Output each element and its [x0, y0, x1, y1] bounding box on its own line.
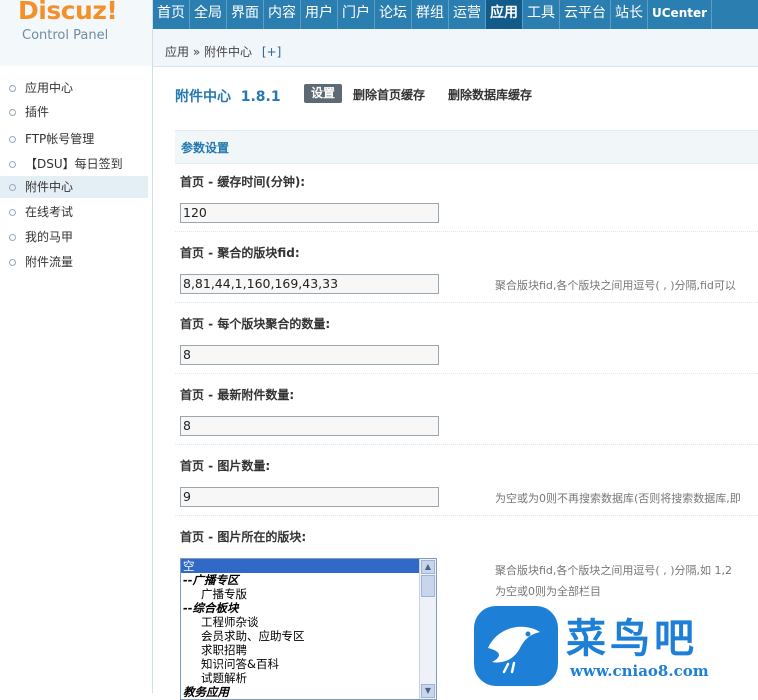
nav-content[interactable]: 内容: [264, 0, 301, 29]
bullet-icon: [9, 259, 16, 266]
sidebar-item-attachment-traffic[interactable]: 附件流量: [0, 251, 148, 273]
page-title: 附件中心 1.8.1: [175, 89, 281, 105]
tab-settings[interactable]: 设置: [304, 84, 343, 103]
sidebar-item-dsu-signin[interactable]: 【DSU】每日签到: [0, 153, 148, 175]
list-item[interactable]: 试题解析: [181, 671, 436, 685]
tab-clear-home-cache[interactable]: 删除首页缓存: [353, 86, 425, 103]
nav-portal[interactable]: 门户: [338, 0, 375, 29]
forum-fid-tip: 聚合版块fid,各个版块之间用逗号( , )分隔,fid可以: [495, 279, 736, 292]
nav-webmaster[interactable]: 站长: [611, 0, 648, 29]
sidebar: 应用中心 插件 FTP帐号管理 【DSU】每日签到 附件中心 在线考试 我的马甲…: [0, 66, 153, 693]
bullet-icon: [9, 234, 16, 241]
sidebar-item-online-exam[interactable]: 在线考试: [0, 201, 148, 223]
breadcrumb-separator: »: [192, 45, 201, 59]
watermark-logo: [474, 606, 558, 686]
tab-clear-db-cache[interactable]: 删除数据库缓存: [448, 86, 532, 103]
bullet-icon: [9, 109, 16, 116]
nav-ucenter[interactable]: UCenter: [648, 0, 713, 29]
row-divider: [175, 231, 758, 232]
nav-groups[interactable]: 群组: [412, 0, 449, 29]
nav-apps[interactable]: 应用: [486, 0, 523, 29]
image-count-label: 首页 - 图片数量:: [180, 459, 271, 473]
watermark-url: www.cniao8.com: [570, 662, 709, 680]
add-shortcut-link[interactable]: [+]: [262, 45, 281, 59]
nav-users[interactable]: 用户: [301, 0, 338, 29]
main-content: 附件中心 1.8.1 设置 删除首页缓存 删除数据库缓存 参数设置 首页 - 缓…: [153, 66, 758, 700]
sidebar-item-plugins[interactable]: 插件: [0, 101, 148, 123]
row-divider: [175, 373, 758, 374]
per-forum-count-label: 首页 - 每个版块聚合的数量:: [180, 317, 331, 331]
nav-home[interactable]: 首页: [153, 0, 190, 29]
list-group: --广播专区: [183, 573, 239, 587]
bullet-icon: [9, 85, 16, 92]
forum-multiselect[interactable]: 空 --广播专区 广播专版 --综合板块 工程师杂谈 会员求助、应助专区 求职招…: [180, 558, 437, 700]
breadcrumb-text: 应用 » 附件中心 [+]: [165, 43, 281, 60]
breadcrumb: 应用 » 附件中心 [+]: [153, 29, 758, 67]
sidebar-item-ftp-accounts[interactable]: FTP帐号管理: [0, 128, 148, 150]
scroll-down-icon[interactable]: ▼: [421, 684, 435, 698]
list-item[interactable]: 空: [181, 559, 436, 573]
forum-fid-input[interactable]: [180, 274, 439, 294]
header: Discuz! Control Panel 首页 全局 界面 内容 用户 门户 …: [0, 0, 758, 67]
bird-icon: [488, 626, 540, 674]
cache-time-input[interactable]: [180, 203, 439, 223]
list-group: 教务应用: [183, 685, 229, 699]
nav-interface[interactable]: 界面: [227, 0, 264, 29]
sidebar-item-label: FTP帐号管理: [25, 132, 95, 146]
sidebar-item-label: 插件: [25, 105, 50, 119]
sidebar-item-label: 应用中心: [25, 81, 74, 95]
section-title: 参数设置: [181, 141, 230, 155]
section-header: 参数设置: [175, 130, 758, 164]
watermark: 菜鸟吧 www.cniao8.com: [474, 604, 758, 693]
image-count-tip: 为空或为0则不再搜索数据库(否则将搜索数据库,即: [495, 492, 741, 505]
top-nav: 首页 全局 界面 内容 用户 门户 论坛 群组 运营 应用 工具 云平台 站长 …: [153, 0, 758, 29]
bullet-icon: [9, 184, 16, 191]
cache-time-label: 首页 - 缓存时间(分钟):: [180, 175, 306, 189]
nav-forum[interactable]: 论坛: [375, 0, 412, 29]
list-item[interactable]: 广播专版: [181, 587, 436, 601]
breadcrumb-current: 附件中心: [204, 45, 253, 59]
listbox-scrollbar[interactable]: ▲ ▼: [419, 559, 436, 699]
nav-global[interactable]: 全局: [190, 0, 227, 29]
list-item[interactable]: 知识问答&百科: [181, 657, 436, 671]
forum-fid-label: 首页 - 聚合的版块fid:: [180, 246, 300, 260]
image-forum-tip-2: 为空或0则为全部栏目: [495, 585, 601, 598]
bullet-icon: [9, 136, 16, 143]
list-item[interactable]: 求职招聘: [181, 643, 436, 657]
list-item[interactable]: 工程师杂谈: [181, 615, 436, 629]
bullet-icon: [9, 161, 16, 168]
latest-attachments-input[interactable]: [180, 416, 439, 436]
logo-brand: Discuz!: [18, 0, 118, 25]
list-group: --综合板块: [183, 601, 239, 615]
watermark-name: 菜鸟吧: [566, 615, 698, 662]
logo-subtitle: Control Panel: [22, 28, 109, 43]
breadcrumb-home[interactable]: 应用: [165, 45, 189, 59]
nav-operations[interactable]: 运营: [449, 0, 486, 29]
image-forum-label: 首页 - 图片所在的版块:: [180, 530, 307, 544]
scroll-up-icon[interactable]: ▲: [421, 560, 435, 574]
image-count-input[interactable]: [180, 487, 439, 507]
nav-cloud[interactable]: 云平台: [560, 0, 611, 29]
list-item[interactable]: 会员求助、应助专区: [181, 629, 436, 643]
row-divider: [175, 302, 758, 303]
row-divider: [175, 444, 758, 445]
sidebar-item-label: 在线考试: [25, 205, 74, 219]
sidebar-item-label: 附件中心: [25, 180, 74, 194]
sidebar-item-attachment-center[interactable]: 附件中心: [0, 176, 148, 198]
sidebar-item-label: 附件流量: [25, 255, 74, 269]
row-divider: [175, 515, 758, 516]
sidebar-item-my-vest[interactable]: 我的马甲: [0, 226, 148, 248]
sidebar-item-label: 【DSU】每日签到: [25, 157, 123, 171]
per-forum-count-input[interactable]: [180, 345, 439, 365]
sidebar-item-app-center[interactable]: 应用中心: [0, 77, 148, 99]
bullet-icon: [9, 209, 16, 216]
image-forum-tip: 聚合版块fid,各个版块之间用逗号( , )分隔,如 1,2: [495, 564, 732, 577]
scroll-thumb[interactable]: [421, 575, 435, 597]
logo[interactable]: Discuz! Control Panel: [0, 0, 153, 66]
nav-tools[interactable]: 工具: [523, 0, 560, 29]
sidebar-item-label: 我的马甲: [25, 230, 74, 244]
latest-attachments-label: 首页 - 最新附件数量:: [180, 388, 295, 402]
